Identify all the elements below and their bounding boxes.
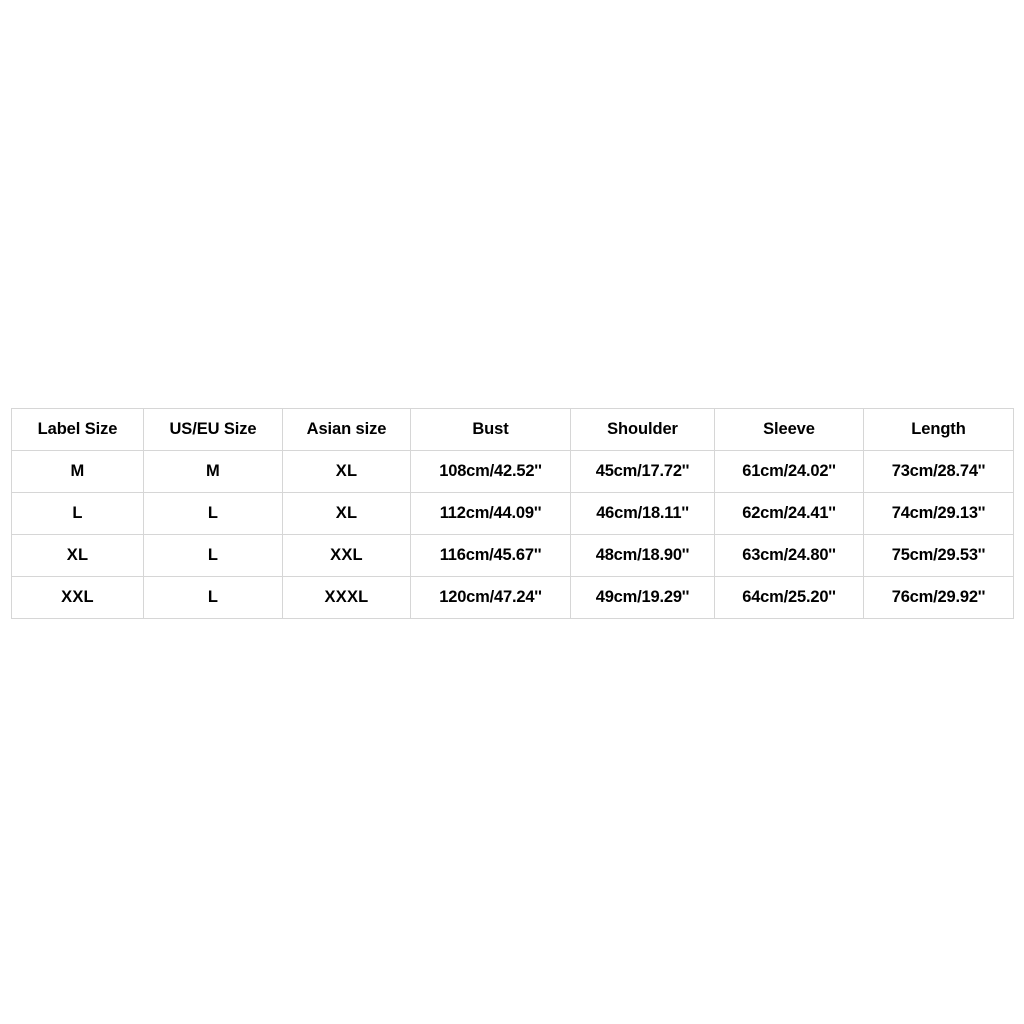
column-header-label-size: Label Size [11,408,144,451]
table-row: XXL L XXXL 120cm/47.24'' 49cm/19.29'' 64… [11,576,1014,619]
column-header-length: Length [863,408,1014,451]
cell-bust: 108cm/42.52'' [410,450,571,493]
cell-us-eu-size: L [143,576,283,619]
cell-us-eu-size: L [143,492,283,535]
cell-sleeve: 64cm/25.20'' [714,576,864,619]
cell-us-eu-size: L [143,534,283,577]
cell-shoulder: 45cm/17.72'' [570,450,715,493]
table-row: M M XL 108cm/42.52'' 45cm/17.72'' 61cm/2… [11,450,1014,493]
column-header-bust: Bust [410,408,571,451]
cell-asian-size: XXXL [282,576,411,619]
cell-sleeve: 61cm/24.02'' [714,450,864,493]
cell-label-size: L [11,492,144,535]
column-header-us-eu-size: US/EU Size [143,408,283,451]
cell-sleeve: 63cm/24.80'' [714,534,864,577]
table-row: L L XL 112cm/44.09'' 46cm/18.11'' 62cm/2… [11,492,1014,535]
column-header-asian-size: Asian size [282,408,411,451]
cell-asian-size: XXL [282,534,411,577]
cell-shoulder: 49cm/19.29'' [570,576,715,619]
size-chart-table: Label Size US/EU Size Asian size Bust Sh… [11,408,1014,619]
cell-us-eu-size: M [143,450,283,493]
cell-bust: 112cm/44.09'' [410,492,571,535]
table-body: M M XL 108cm/42.52'' 45cm/17.72'' 61cm/2… [11,450,1014,619]
cell-label-size: XL [11,534,144,577]
cell-length: 74cm/29.13'' [863,492,1014,535]
cell-length: 75cm/29.53'' [863,534,1014,577]
cell-asian-size: XL [282,492,411,535]
table-header: Label Size US/EU Size Asian size Bust Sh… [11,408,1014,451]
cell-shoulder: 48cm/18.90'' [570,534,715,577]
table-row: XL L XXL 116cm/45.67'' 48cm/18.90'' 63cm… [11,534,1014,577]
table-header-row: Label Size US/EU Size Asian size Bust Sh… [11,408,1014,451]
cell-length: 73cm/28.74'' [863,450,1014,493]
size-chart-container: Label Size US/EU Size Asian size Bust Sh… [11,408,1014,619]
cell-label-size: M [11,450,144,493]
column-header-shoulder: Shoulder [570,408,715,451]
cell-bust: 116cm/45.67'' [410,534,571,577]
cell-label-size: XXL [11,576,144,619]
cell-shoulder: 46cm/18.11'' [570,492,715,535]
cell-sleeve: 62cm/24.41'' [714,492,864,535]
cell-asian-size: XL [282,450,411,493]
cell-bust: 120cm/47.24'' [410,576,571,619]
cell-length: 76cm/29.92'' [863,576,1014,619]
column-header-sleeve: Sleeve [714,408,864,451]
